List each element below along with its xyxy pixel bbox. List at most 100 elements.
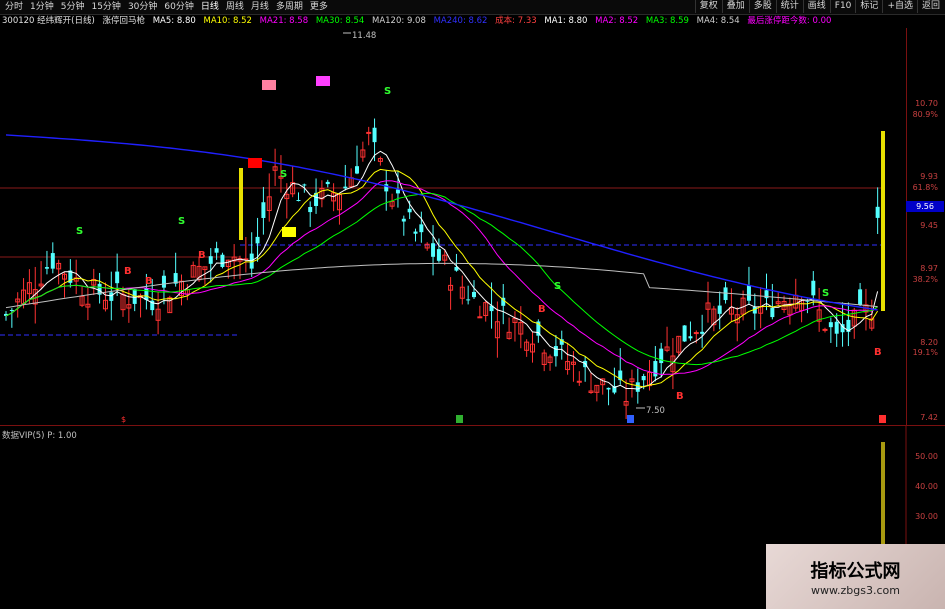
candle-body bbox=[372, 127, 377, 143]
a1-value: MA1: 8.80 bbox=[544, 16, 588, 26]
candle-body bbox=[302, 184, 307, 186]
candle-body bbox=[50, 253, 55, 269]
candle-body bbox=[220, 254, 225, 267]
tool-button-3[interactable]: 统计 bbox=[775, 0, 803, 13]
candle-body bbox=[472, 291, 476, 298]
period-tab-6[interactable]: 日线 bbox=[198, 1, 222, 13]
tool-button-6[interactable]: 标记 bbox=[855, 0, 882, 13]
candle-body bbox=[115, 271, 120, 284]
candle-body bbox=[858, 289, 863, 305]
candle-body bbox=[700, 331, 705, 334]
candle-body bbox=[214, 248, 219, 253]
candle-body bbox=[635, 382, 640, 392]
y-label-80.9pct: 80.9% bbox=[912, 110, 938, 119]
period-tab-8[interactable]: 月线 bbox=[248, 1, 272, 13]
period-tab-0[interactable]: 分时 bbox=[2, 1, 26, 13]
period-tab-4[interactable]: 30分钟 bbox=[125, 1, 160, 13]
ma240-line bbox=[5, 134, 878, 311]
candle-body bbox=[144, 288, 149, 301]
ma5-line bbox=[5, 150, 879, 390]
a3-value: MA3: 8.59 bbox=[645, 16, 689, 26]
tool-button-4[interactable]: 画线 bbox=[802, 0, 830, 13]
sub-y-label-50: 50.00 bbox=[915, 452, 938, 461]
tool-button-8[interactable]: 返回 bbox=[916, 0, 944, 13]
a2-value: MA2: 8.52 bbox=[595, 16, 639, 26]
subpanel-legend[interactable]: 数据VIP(5) P: 1.00 bbox=[2, 429, 77, 441]
sell-marker: S bbox=[384, 86, 391, 97]
indicator-name[interactable]: 涨停回马枪 bbox=[103, 16, 146, 26]
period-tab-5[interactable]: 60分钟 bbox=[161, 1, 196, 13]
y-label-8.20: 8.20 bbox=[920, 338, 938, 347]
period-tab-2[interactable]: 5分钟 bbox=[58, 1, 88, 13]
tool-button-0[interactable]: 复权 bbox=[694, 0, 722, 13]
buy-marker: B bbox=[124, 266, 132, 277]
candle-body bbox=[746, 285, 751, 301]
tool-button-1[interactable]: 叠加 bbox=[721, 0, 749, 13]
signal-block bbox=[316, 76, 330, 86]
signal-block bbox=[282, 227, 296, 237]
tool-button-7[interactable]: +自选 bbox=[882, 0, 917, 13]
candle-body bbox=[208, 256, 213, 264]
buy-marker: B bbox=[874, 347, 882, 358]
watermark-url: www.zbgs3.com bbox=[811, 584, 900, 597]
limit-up-bar bbox=[881, 131, 885, 311]
period-tabs: 分时 1分钟 5分钟 15分钟 30分钟 60分钟 日线 周线 月线 多周期 更多 bbox=[2, 1, 331, 13]
sell-marker: S bbox=[822, 288, 829, 299]
sub-y-label-30: 30.00 bbox=[915, 512, 938, 521]
candle-body bbox=[553, 346, 558, 357]
candle-body bbox=[325, 181, 330, 185]
period-tab-3[interactable]: 15分钟 bbox=[88, 1, 123, 13]
candle-body bbox=[834, 321, 839, 334]
buy-marker: B bbox=[538, 304, 546, 315]
candle-body bbox=[693, 332, 699, 335]
y-label-9.93: 9.93 bbox=[920, 172, 938, 181]
candle-body bbox=[466, 299, 471, 301]
period-tab-9[interactable]: 多周期 bbox=[273, 1, 306, 13]
candle-body bbox=[576, 380, 582, 383]
candle-body bbox=[296, 200, 301, 202]
low-annotation: 7.50 bbox=[646, 406, 665, 416]
candle-body bbox=[44, 267, 49, 269]
y-label-19.1pct: 19.1% bbox=[912, 348, 938, 357]
candle-body bbox=[261, 202, 266, 218]
candle-body bbox=[875, 206, 880, 218]
high-annotation: 11.48 bbox=[352, 31, 376, 41]
ma30-line bbox=[5, 192, 878, 366]
buy-marker: B bbox=[145, 276, 153, 287]
y-label-9.45: 9.45 bbox=[920, 221, 938, 230]
ma10-line bbox=[5, 168, 879, 388]
candle-body bbox=[431, 243, 436, 257]
candle-body bbox=[723, 287, 728, 301]
watermark-title: 指标公式网 bbox=[810, 561, 901, 582]
candle-body bbox=[688, 336, 693, 339]
period-tab-7[interactable]: 周线 bbox=[223, 1, 247, 13]
y-label-7.42: 7.42 bbox=[920, 413, 938, 422]
candle-body bbox=[822, 328, 828, 331]
ma21-value: MA21: 8.58 bbox=[259, 16, 309, 26]
event-marker bbox=[456, 415, 463, 423]
candle-body bbox=[395, 189, 400, 194]
period-tab-1[interactable]: 1分钟 bbox=[27, 1, 57, 13]
tool-button-2[interactable]: 多股 bbox=[748, 0, 776, 13]
ma10-value: MA10: 8.52 bbox=[203, 16, 252, 26]
candle-body bbox=[343, 186, 348, 189]
limit-up-bar bbox=[239, 168, 243, 240]
candle-body bbox=[717, 305, 722, 314]
tool-buttons: 复权 叠加 多股 统计 画线 F10 标记 +自选 返回 bbox=[694, 0, 944, 13]
buy-marker: B bbox=[676, 391, 684, 402]
tool-button-5[interactable]: F10 bbox=[829, 0, 856, 13]
candle-body bbox=[770, 307, 775, 318]
kline-chart[interactable]: S S S S S S B B B B B B 11.48 7.50 $ bbox=[0, 28, 945, 426]
y-label-61.8pct: 61.8% bbox=[912, 183, 938, 192]
current-price-tag: 9.56 bbox=[906, 201, 944, 212]
candle-body bbox=[413, 231, 418, 234]
candle-body bbox=[109, 292, 114, 301]
candle-body bbox=[682, 325, 687, 342]
ma30-value: MA30: 8.54 bbox=[315, 16, 365, 26]
sell-marker: S bbox=[280, 169, 287, 180]
candle-body bbox=[606, 387, 611, 390]
buy-marker: B bbox=[198, 250, 206, 261]
period-tab-10[interactable]: 更多 bbox=[307, 1, 331, 13]
candle-body bbox=[811, 280, 816, 296]
candle-body bbox=[9, 309, 14, 311]
